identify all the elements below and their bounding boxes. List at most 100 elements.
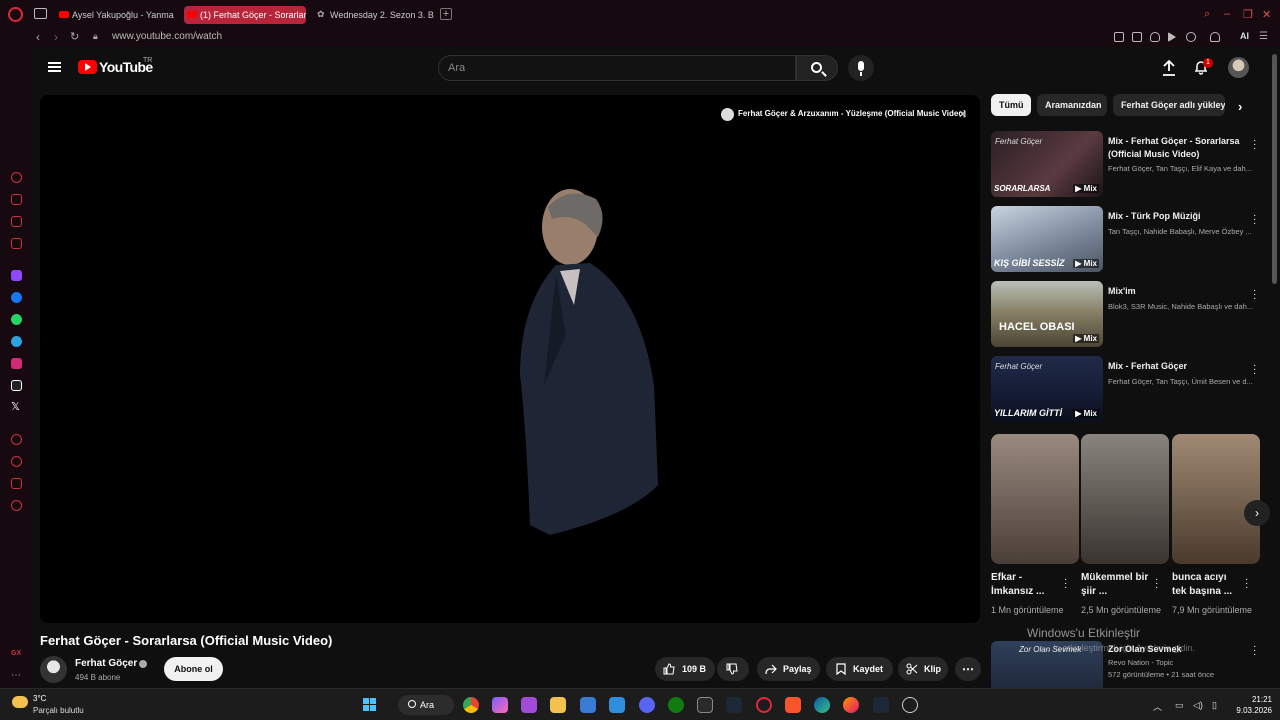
volume-icon[interactable]: ◁) [1193, 700, 1203, 711]
profile-icon[interactable] [1210, 32, 1220, 42]
steam-icon[interactable] [726, 697, 742, 713]
copilot-icon[interactable] [492, 697, 508, 713]
forward-icon[interactable]: › [54, 30, 58, 44]
video-player[interactable]: Ferhat Göçer & Arzuxanım - Yüzleşme (Off… [40, 95, 980, 623]
easy-setup-icon[interactable]: ☰ [1259, 31, 1268, 42]
history-icon[interactable] [11, 456, 22, 467]
tab-aysel-yakupoglu[interactable]: Aysel Yakupoğlu - Yanmaz [56, 6, 174, 24]
chip-uploader[interactable]: Ferhat Göçer adlı yükleyi [1113, 94, 1225, 116]
save-button[interactable]: Kaydet [826, 657, 893, 681]
weather-description[interactable]: Parçalı bulutlu [33, 706, 84, 715]
network-icon[interactable]: ▭ [1175, 700, 1184, 711]
close-overlay-icon[interactable]: ✕ [958, 108, 967, 121]
extensions-icon[interactable] [11, 478, 22, 489]
search-button[interactable] [796, 55, 838, 81]
more-options-icon[interactable]: · · · [1253, 361, 1256, 379]
firefox-icon[interactable] [843, 697, 859, 713]
settings-app-icon[interactable] [902, 697, 918, 713]
xbox-icon[interactable] [668, 697, 684, 713]
brave-icon[interactable] [785, 697, 801, 713]
taskbar-clock[interactable]: 21:21 9.03.2026 [1232, 694, 1272, 716]
maximize-icon[interactable]: ❐ [1243, 8, 1253, 21]
recommendation-title[interactable]: Mix'im [1108, 285, 1248, 298]
shorts-next-icon[interactable]: › [1244, 500, 1270, 526]
search-input[interactable] [442, 59, 782, 77]
chip-from-search[interactable]: Aramanızdan [1037, 94, 1107, 116]
messenger-icon[interactable] [11, 292, 22, 303]
chips-next-icon[interactable]: › [1238, 99, 1242, 114]
more-options-icon[interactable]: · · · [1155, 575, 1158, 593]
opera-gx-icon[interactable] [756, 697, 772, 713]
tray-chevron-icon[interactable]: ︿ [1153, 700, 1162, 713]
recommendation-item[interactable]: HACEL OBASI ▶ Mix Mix'im Blok3, S3R Musi… [991, 281, 1261, 349]
heart-icon[interactable] [1186, 32, 1196, 42]
chrome-icon[interactable] [463, 697, 479, 713]
short-title[interactable]: Mükemmel bir şiir ... [1081, 571, 1151, 599]
pin-icon[interactable] [1114, 32, 1124, 42]
shield-icon[interactable] [1150, 32, 1160, 42]
short-title[interactable]: bunca acıyı tek başına ... [1172, 571, 1242, 599]
more-options-icon[interactable]: · · · [1253, 642, 1256, 660]
next-video-overlay-title[interactable]: Ferhat Göçer & Arzuxanım - Yüzleşme (Off… [721, 109, 966, 118]
store-icon[interactable] [11, 216, 22, 227]
share-button[interactable]: Paylaş [757, 657, 820, 681]
aria-ai-button[interactable]: AI [1240, 31, 1249, 41]
mail-app-icon[interactable] [609, 697, 625, 713]
tab-wednesday[interactable]: ✿ Wednesday 2. Sezon 3. Bö [314, 6, 434, 24]
like-button[interactable]: 109 B [655, 657, 715, 681]
thumbnail[interactable]: Ferhat Göçer YILLARIM GİTTİ ▶ Mix [991, 356, 1103, 422]
recommendation-item[interactable]: Ferhat Göçer YILLARIM GİTTİ ▶ Mix Mix - … [991, 356, 1261, 424]
recommendation-title[interactable]: Mix - Ferhat Göçer - Sorarlarsa (Officia… [1108, 135, 1248, 161]
settings-icon[interactable] [11, 500, 22, 511]
short-title[interactable]: Efkar - İmkansız ... [991, 571, 1061, 599]
instagram-icon[interactable] [11, 358, 22, 369]
edge-icon[interactable] [814, 697, 830, 713]
tiktok-icon[interactable] [11, 380, 22, 391]
close-window-icon[interactable]: ✕ [1262, 8, 1271, 21]
thumbnail[interactable]: HACEL OBASI ▶ Mix [991, 281, 1103, 347]
file-explorer-icon[interactable] [550, 697, 566, 713]
player-icon[interactable] [1168, 32, 1176, 42]
more-options-icon[interactable]: · · · [1245, 575, 1248, 593]
twitch-icon[interactable] [11, 270, 22, 281]
back-icon[interactable]: ‹ [36, 30, 40, 44]
discord-icon[interactable] [639, 697, 655, 713]
subscribe-button[interactable]: Abone ol [164, 657, 223, 681]
more-options-icon[interactable]: · · · [1253, 286, 1256, 304]
url-field[interactable]: www.youtube.com/watch [112, 31, 222, 42]
weather-icon[interactable] [12, 696, 28, 708]
dislike-button[interactable] [717, 657, 749, 681]
bag-icon[interactable] [11, 194, 22, 205]
recommendation-title[interactable]: Mix - Türk Pop Müziği [1108, 210, 1248, 223]
speed-dial-icon[interactable] [11, 172, 22, 183]
thumbnail[interactable]: Ferhat Göçer SORARLARSA ▶ Mix [991, 131, 1103, 197]
chip-all[interactable]: Tümü [991, 94, 1031, 116]
tab-ferhat-gocer[interactable]: (1) Ferhat Göçer - Sorarlarsa [184, 6, 306, 24]
snapshot-icon[interactable] [1132, 32, 1142, 42]
start-button[interactable] [363, 698, 377, 712]
new-tab-button[interactable]: + [440, 8, 452, 20]
telegram-icon[interactable] [11, 336, 22, 347]
page-scrollbar[interactable] [1272, 54, 1277, 284]
recommendation-item[interactable]: KIŞ GİBİ SESSİZ ▶ Mix Mix - Türk Pop Müz… [991, 206, 1261, 274]
player-sidebar-icon[interactable] [11, 434, 22, 445]
more-options-icon[interactable]: · · · [1064, 575, 1067, 593]
media-app-icon[interactable] [521, 697, 537, 713]
more-actions-button[interactable]: ⋯ [955, 657, 981, 681]
temperature[interactable]: 3°C [33, 694, 46, 703]
account-avatar[interactable] [1228, 57, 1249, 78]
thumbnail[interactable]: KIŞ GİBİ SESSİZ ▶ Mix [991, 206, 1103, 272]
reload-icon[interactable]: ↻ [70, 30, 79, 43]
short-thumbnail[interactable] [991, 434, 1079, 564]
voice-search-button[interactable] [848, 55, 874, 81]
youtube-logo-icon[interactable] [78, 60, 97, 74]
taskbar-search[interactable]: Ara [398, 695, 454, 715]
menu-icon[interactable] [48, 62, 61, 72]
short-thumbnail[interactable] [1172, 434, 1260, 564]
more-options-icon[interactable]: · · · [1253, 211, 1256, 229]
channel-avatar[interactable] [40, 656, 67, 683]
clip-button[interactable]: Klip [898, 657, 948, 681]
more-options-icon[interactable]: · · · [1253, 136, 1256, 154]
more-sidebar-icon[interactable]: ⋯ [11, 670, 22, 681]
whatsapp-icon[interactable] [11, 314, 22, 325]
